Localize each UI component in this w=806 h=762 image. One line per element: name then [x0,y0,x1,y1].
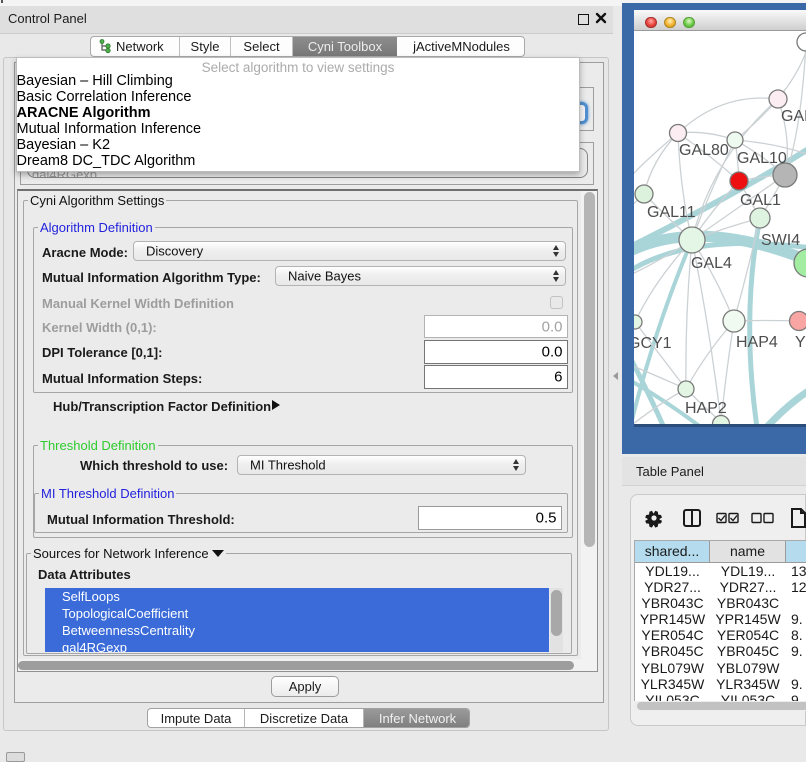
svg-text:Y: Y [795,334,806,351]
svg-text:GAL80: GAL80 [679,142,729,159]
svg-text:GAL1: GAL1 [740,192,781,209]
svg-text:GCY1: GCY1 [634,335,672,352]
svg-text:HAP4: HAP4 [736,334,778,351]
svg-text:GAL10: GAL10 [737,150,787,167]
svg-text:SWI4: SWI4 [761,232,800,249]
svg-text:GAL: GAL [781,108,806,125]
svg-text:HAP2: HAP2 [685,400,727,417]
svg-text:GAL11: GAL11 [647,204,696,221]
svg-text:GAL4: GAL4 [691,255,732,272]
